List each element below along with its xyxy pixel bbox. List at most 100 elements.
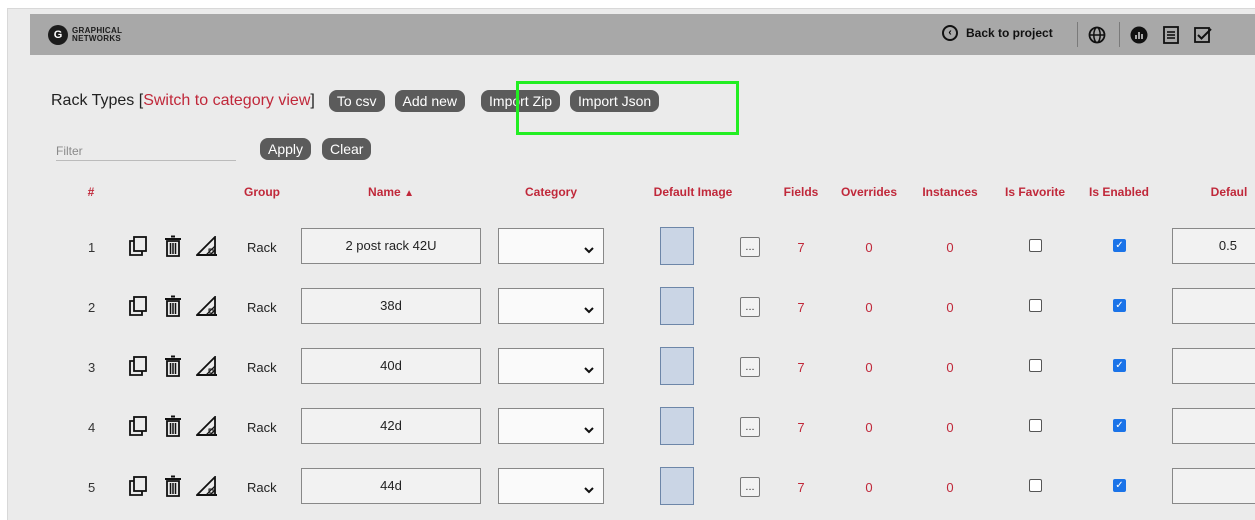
copy-icon[interactable]: [127, 474, 149, 498]
column-instances[interactable]: Instances: [922, 185, 977, 199]
is-enabled-checkbox[interactable]: ✓: [1113, 479, 1126, 492]
table-row: 2 Rack 38d... 7 0 0 ✓: [0, 277, 1255, 337]
default-image-thumbnail[interactable]: [660, 407, 694, 445]
trash-icon[interactable]: [162, 414, 184, 438]
trash-icon[interactable]: [162, 354, 184, 378]
is-favorite-checkbox[interactable]: [1029, 359, 1042, 372]
is-enabled-checkbox[interactable]: ✓: [1113, 419, 1126, 432]
set-square-icon[interactable]: [196, 234, 218, 258]
row-index: 2: [88, 300, 96, 315]
is-favorite-checkbox[interactable]: [1029, 299, 1042, 312]
name-input[interactable]: 42d: [301, 408, 481, 444]
category-select[interactable]: [498, 468, 604, 504]
topbar-divider: [1119, 22, 1120, 47]
bracket-close: ]: [310, 92, 315, 109]
copy-icon[interactable]: [127, 414, 149, 438]
is-enabled-checkbox[interactable]: ✓: [1113, 239, 1126, 252]
set-square-icon[interactable]: [196, 354, 218, 378]
overrides-link[interactable]: 0: [865, 300, 872, 315]
set-square-icon[interactable]: [196, 294, 218, 318]
column-name[interactable]: Name ▲: [368, 185, 414, 199]
back-to-project-button[interactable]: ‹ Back to project: [942, 25, 1053, 41]
fields-link[interactable]: 7: [797, 240, 804, 255]
to-csv-button[interactable]: To csv: [328, 90, 385, 112]
column-is-favorite[interactable]: Is Favorite: [1005, 185, 1065, 199]
apply-button[interactable]: Apply: [260, 138, 312, 160]
row-group: Rack: [247, 360, 277, 375]
image-picker-button[interactable]: ...: [740, 357, 760, 377]
clear-button[interactable]: Clear: [322, 138, 372, 160]
image-picker-button[interactable]: ...: [740, 477, 760, 497]
table-header: # Group Name ▲ Category Default Image Fi…: [0, 185, 1255, 205]
default-value-input[interactable]: [1172, 408, 1255, 444]
copy-icon[interactable]: [127, 354, 149, 378]
category-select[interactable]: [498, 348, 604, 384]
default-value-input[interactable]: [1172, 348, 1255, 384]
column-is-enabled[interactable]: Is Enabled: [1089, 185, 1149, 199]
trash-icon[interactable]: [162, 474, 184, 498]
image-picker-button[interactable]: ...: [740, 417, 760, 437]
instances-link[interactable]: 0: [946, 300, 953, 315]
category-select[interactable]: [498, 408, 604, 444]
name-input[interactable]: 44d: [301, 468, 481, 504]
instances-link[interactable]: 0: [946, 480, 953, 495]
fields-link[interactable]: 7: [797, 420, 804, 435]
fields-link[interactable]: 7: [797, 300, 804, 315]
set-square-icon[interactable]: [196, 474, 218, 498]
set-square-icon[interactable]: [196, 414, 218, 438]
reports-icon[interactable]: [1129, 25, 1149, 45]
default-value-input[interactable]: [1172, 468, 1255, 504]
overrides-link[interactable]: 0: [865, 240, 872, 255]
is-enabled-checkbox[interactable]: ✓: [1113, 299, 1126, 312]
row-group: Rack: [247, 300, 277, 315]
column-overrides[interactable]: Overrides: [841, 185, 897, 199]
chevron-down-icon: [584, 241, 594, 259]
instances-link[interactable]: 0: [946, 420, 953, 435]
default-image-thumbnail[interactable]: [660, 467, 694, 505]
category-select[interactable]: [498, 288, 604, 324]
column-category[interactable]: Category: [525, 185, 577, 199]
globe-icon[interactable]: [1087, 25, 1107, 45]
copy-icon[interactable]: [127, 294, 149, 318]
trash-icon[interactable]: [162, 294, 184, 318]
default-image-thumbnail[interactable]: [660, 287, 694, 325]
is-favorite-checkbox[interactable]: [1029, 419, 1042, 432]
is-favorite-checkbox[interactable]: [1029, 239, 1042, 252]
check-square-icon[interactable]: [1193, 25, 1213, 45]
switch-to-category-view-link[interactable]: Switch to category view: [143, 92, 310, 109]
copy-icon[interactable]: [127, 234, 149, 258]
column-default[interactable]: Defaul: [1211, 185, 1248, 199]
overrides-link[interactable]: 0: [865, 420, 872, 435]
name-input[interactable]: 2 post rack 42U: [301, 228, 481, 264]
instances-link[interactable]: 0: [946, 240, 953, 255]
overrides-link[interactable]: 0: [865, 480, 872, 495]
column-fields[interactable]: Fields: [784, 185, 819, 199]
column-name-label: Name: [368, 185, 401, 199]
image-picker-button[interactable]: ...: [740, 297, 760, 317]
name-input[interactable]: 40d: [301, 348, 481, 384]
app-logo[interactable]: G GRAPHICAL NETWORKS: [48, 25, 122, 45]
overrides-link[interactable]: 0: [865, 360, 872, 375]
default-image-thumbnail[interactable]: [660, 227, 694, 265]
default-image-thumbnail[interactable]: [660, 347, 694, 385]
column-default-image[interactable]: Default Image: [654, 185, 733, 199]
fields-link[interactable]: 7: [797, 360, 804, 375]
category-select[interactable]: [498, 228, 604, 264]
instances-link[interactable]: 0: [946, 360, 953, 375]
list-icon[interactable]: [1161, 25, 1181, 45]
table-row: 4 Rack 42d... 7 0 0 ✓: [0, 397, 1255, 457]
name-input[interactable]: 38d: [301, 288, 481, 324]
trash-icon[interactable]: [162, 234, 184, 258]
fields-link[interactable]: 7: [797, 480, 804, 495]
default-value-input[interactable]: 0.5: [1172, 228, 1255, 264]
image-picker-button[interactable]: ...: [740, 237, 760, 257]
logo-line-2: NETWORKS: [72, 34, 122, 43]
logo-text: GRAPHICAL NETWORKS: [72, 27, 122, 43]
filter-input[interactable]: [56, 142, 236, 161]
default-value-input[interactable]: [1172, 288, 1255, 324]
highlight-box: [516, 81, 739, 135]
add-new-button[interactable]: Add new: [394, 90, 466, 112]
column-group[interactable]: Group: [244, 185, 280, 199]
is-enabled-checkbox[interactable]: ✓: [1113, 359, 1126, 372]
is-favorite-checkbox[interactable]: [1029, 479, 1042, 492]
